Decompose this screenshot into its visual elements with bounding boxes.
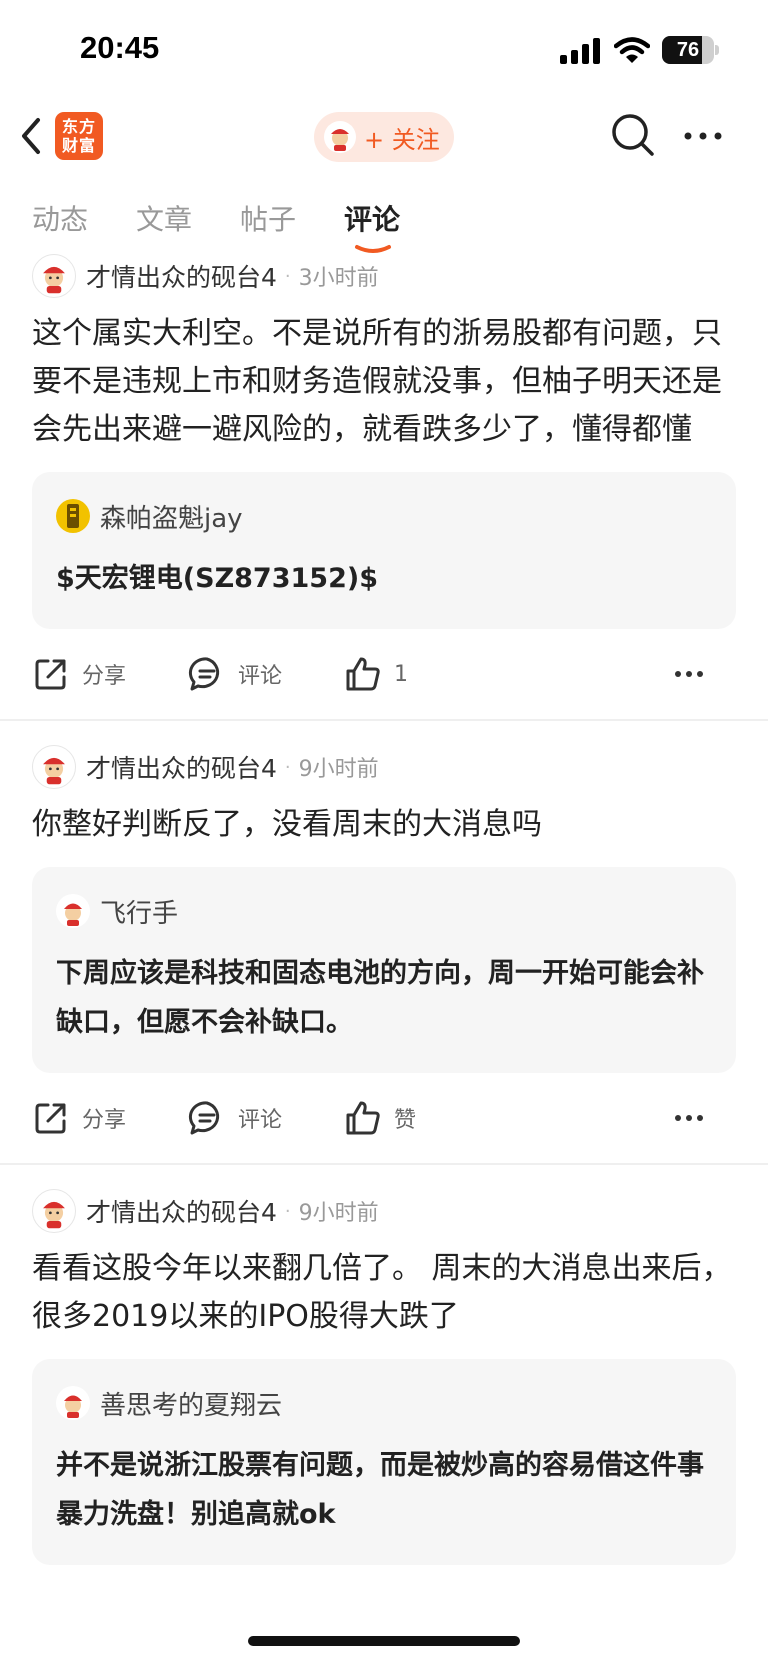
back-arrow-icon[interactable]: [16, 112, 46, 160]
post-body[interactable]: 你整好判断反了，没看周末的大消息吗: [32, 801, 736, 849]
status-time: 20:45: [80, 30, 160, 65]
author-name[interactable]: 才情出众的砚台4: [86, 1193, 277, 1229]
share-label: 分享: [82, 1108, 127, 1133]
tab-pinglun[interactable]: 评论: [344, 198, 401, 253]
separator-dot: ·: [284, 265, 291, 287]
share-icon: [35, 659, 66, 690]
cellular-signal-icon: [560, 38, 600, 64]
comment-icon: [188, 657, 220, 691]
follow-label: + 关注: [364, 125, 440, 154]
home-indicator[interactable]: [248, 1636, 520, 1646]
post-time: 9小时前: [298, 1201, 379, 1226]
follow-button[interactable]: + 关注: [314, 112, 454, 162]
post-header: 才情出众的砚台4 · 3小时前: [32, 250, 736, 302]
like-button[interactable]: 1: [344, 655, 500, 693]
tab-pinglun-label: 评论: [344, 203, 401, 236]
share-label: 分享: [82, 664, 127, 689]
comment-label: 评论: [238, 1108, 283, 1133]
post-time: 3小时前: [298, 266, 379, 291]
post-actions: 分享 评论 1: [32, 629, 736, 719]
thumbs-up-icon: [346, 1101, 380, 1135]
search-icon[interactable]: [610, 112, 656, 158]
status-bar: 20:45 76: [0, 0, 768, 100]
comment-button[interactable]: 评论: [188, 655, 344, 693]
quoted-avatar: [56, 1386, 90, 1420]
profile-tabs: 动态 文章 帖子 评论: [32, 198, 448, 254]
post-actions: 分享 评论 赞: [32, 1073, 736, 1163]
comment-button[interactable]: 评论: [188, 1099, 344, 1137]
share-icon: [35, 1103, 66, 1134]
wifi-icon: [614, 37, 650, 63]
post-body[interactable]: 这个属实大利空。不是说所有的浙易股都有问题，只要不是违规上市和财务造假就没事，但…: [32, 310, 736, 454]
more-options-icon[interactable]: [674, 662, 704, 686]
like-count: 1: [394, 661, 408, 687]
share-button[interactable]: 分享: [32, 1099, 188, 1137]
thumbs-up-icon: [346, 657, 380, 691]
comment-label: 评论: [238, 664, 283, 689]
separator-dot: ·: [284, 1200, 291, 1222]
tab-dongtai[interactable]: 动态: [32, 198, 88, 242]
quoted-text: 并不是说浙江股票有问题，而是被炒高的容易借这件事暴力洗盘！别追高就ok: [56, 1450, 704, 1530]
list-item: 才情出众的砚台4 · 3小时前 这个属实大利空。不是说所有的浙易股都有问题，只要…: [0, 250, 768, 719]
quoted-text: 下周应该是科技和固态电池的方向，周一开始可能会补缺口，但愿不会补缺口。: [56, 958, 704, 1038]
quoted-author: 飞行手: [100, 898, 179, 929]
more-options-icon[interactable]: [683, 124, 723, 148]
comment-icon: [188, 1101, 220, 1135]
quoted-post[interactable]: 飞行手 下周应该是科技和固态电池的方向，周一开始可能会补缺口，但愿不会补缺口。: [32, 867, 736, 1073]
avatar[interactable]: [32, 745, 76, 789]
comment-feed: 才情出众的砚台4 · 3小时前 这个属实大利空。不是说所有的浙易股都有问题，只要…: [0, 250, 768, 1565]
author-name[interactable]: 才情出众的砚台4: [86, 258, 277, 294]
post-time: 9小时前: [298, 757, 379, 782]
like-label: 赞: [394, 1108, 417, 1133]
separator-dot: ·: [284, 756, 291, 778]
user-avatar: [324, 121, 356, 153]
quoted-post[interactable]: 森帕盗魁jay $天宏锂电(SZ873152)$: [32, 472, 736, 629]
quoted-author: 善思考的夏翔云: [100, 1390, 283, 1421]
like-button[interactable]: 赞: [344, 1099, 500, 1137]
post-body[interactable]: 看看这股今年以来翻几倍了。 周末的大消息出来后，很多2019以来的IPO股得大跌…: [32, 1245, 736, 1341]
quoted-text: $天宏锂电(SZ873152)$: [56, 563, 378, 594]
post-header: 才情出众的砚台4 · 9小时前: [32, 741, 736, 793]
quoted-author: 森帕盗魁jay: [100, 503, 243, 534]
tab-tiezi[interactable]: 帖子: [240, 198, 296, 242]
list-item: 才情出众的砚台4 · 9小时前 你整好判断反了，没看周末的大消息吗 飞行手 下周…: [0, 721, 768, 1163]
avatar[interactable]: [32, 254, 76, 298]
quoted-avatar: [56, 894, 90, 928]
quoted-post[interactable]: 善思考的夏翔云 并不是说浙江股票有问题，而是被炒高的容易借这件事暴力洗盘！别追高…: [32, 1359, 736, 1565]
app-logo[interactable]: 东方 财富: [55, 112, 103, 160]
more-options-icon[interactable]: [674, 1106, 704, 1130]
list-item: 才情出众的砚台4 · 9小时前 看看这股今年以来翻几倍了。 周末的大消息出来后，…: [0, 1165, 768, 1565]
avatar[interactable]: [32, 1189, 76, 1233]
quoted-avatar: [56, 499, 90, 533]
post-header: 才情出众的砚台4 · 9小时前: [32, 1185, 736, 1237]
share-button[interactable]: 分享: [32, 655, 188, 693]
battery-percent: 76: [676, 39, 700, 61]
battery-indicator: 76: [662, 36, 719, 64]
tab-wenzhang[interactable]: 文章: [136, 198, 192, 242]
author-name[interactable]: 才情出众的砚台4: [86, 749, 277, 785]
